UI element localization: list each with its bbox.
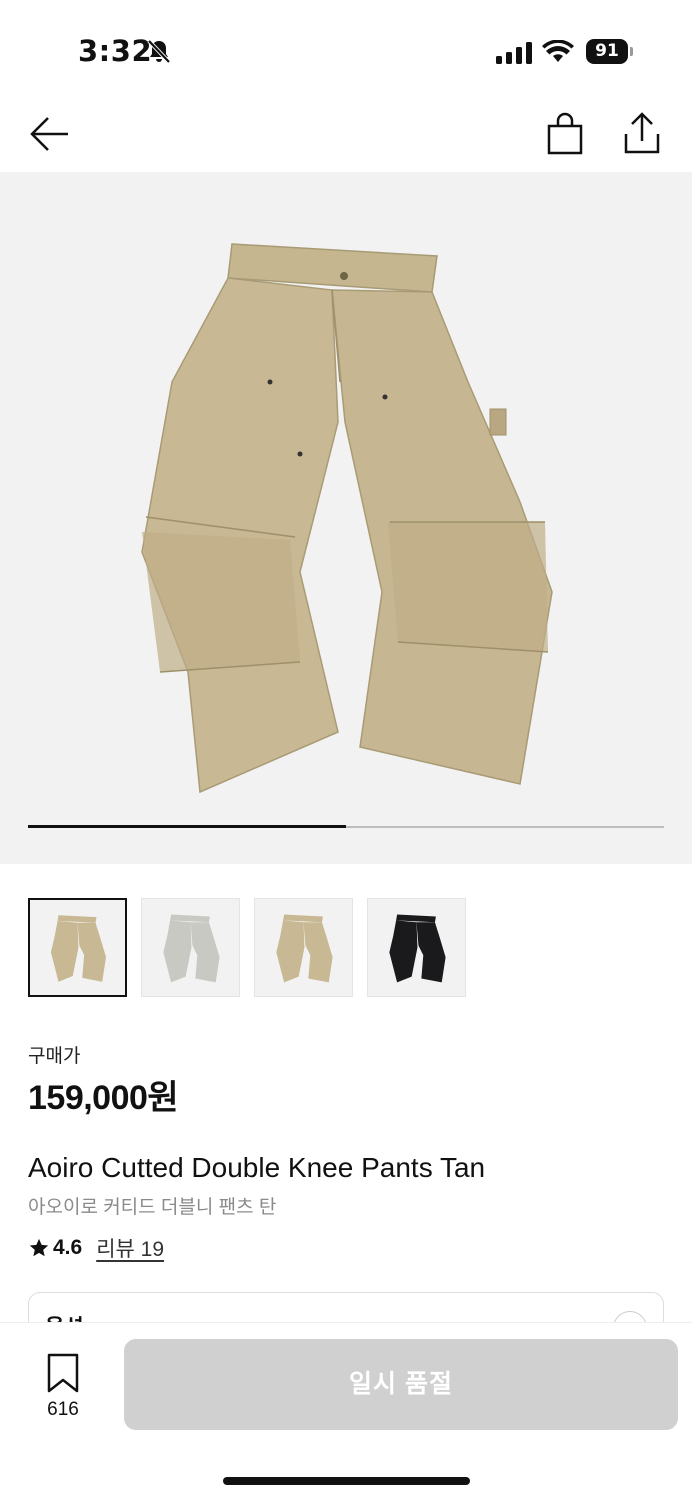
sold-out-button[interactable]: 일시 품절	[124, 1339, 678, 1430]
battery-level: 91	[586, 39, 628, 64]
thumbnail-pants-image	[389, 914, 446, 983]
rating-row: 4.6 리뷰 19	[28, 1233, 164, 1263]
thumbnail-grey[interactable]	[141, 898, 240, 997]
bell-off-icon	[147, 39, 171, 64]
review-link[interactable]: 리뷰 19	[96, 1233, 164, 1263]
thumbnail-tan[interactable]	[28, 898, 127, 997]
thumbnail-tan[interactable]	[254, 898, 353, 997]
carousel-progress-track	[28, 825, 664, 828]
status-time: 3:32	[78, 34, 153, 68]
status-bar: 3:32 91	[0, 0, 692, 100]
thumbnail-pants-image	[276, 914, 333, 983]
shopping-bag-icon[interactable]	[546, 112, 584, 156]
product-name-english: Aoiro Cutted Double Knee Pants Tan	[28, 1152, 486, 1183]
arrow-left-icon[interactable]	[28, 114, 70, 154]
star-icon	[29, 1238, 49, 1257]
thumbnail-black[interactable]	[367, 898, 466, 997]
battery-tip	[630, 47, 633, 56]
wishlist-button[interactable]: 616	[28, 1343, 98, 1433]
product-photo-pants	[141, 243, 553, 794]
cellular-signal-icon	[496, 42, 532, 64]
share-icon[interactable]	[622, 110, 662, 156]
battery-indicator: 91	[586, 39, 634, 64]
carousel-progress-fill	[28, 825, 346, 828]
price-value: 159,000원	[28, 1079, 179, 1117]
thumbnail-pants-image	[50, 915, 106, 982]
product-name-korean: 아오이로 커티드 더블니 팬츠 탄	[28, 1197, 277, 1218]
bookmark-icon	[47, 1353, 79, 1393]
bottom-action-bar: 616 일시 품절	[0, 1322, 692, 1500]
product-image-carousel[interactable]	[0, 172, 692, 864]
wishlist-count: 616	[47, 1399, 79, 1420]
home-indicator	[223, 1477, 470, 1485]
price-label: 구매가	[28, 1046, 81, 1067]
rating-value: 4.6	[53, 1236, 83, 1259]
top-navigation	[0, 100, 692, 172]
thumbnail-strip	[28, 898, 466, 997]
thumbnail-pants-image	[163, 914, 220, 983]
wifi-icon	[542, 40, 574, 62]
